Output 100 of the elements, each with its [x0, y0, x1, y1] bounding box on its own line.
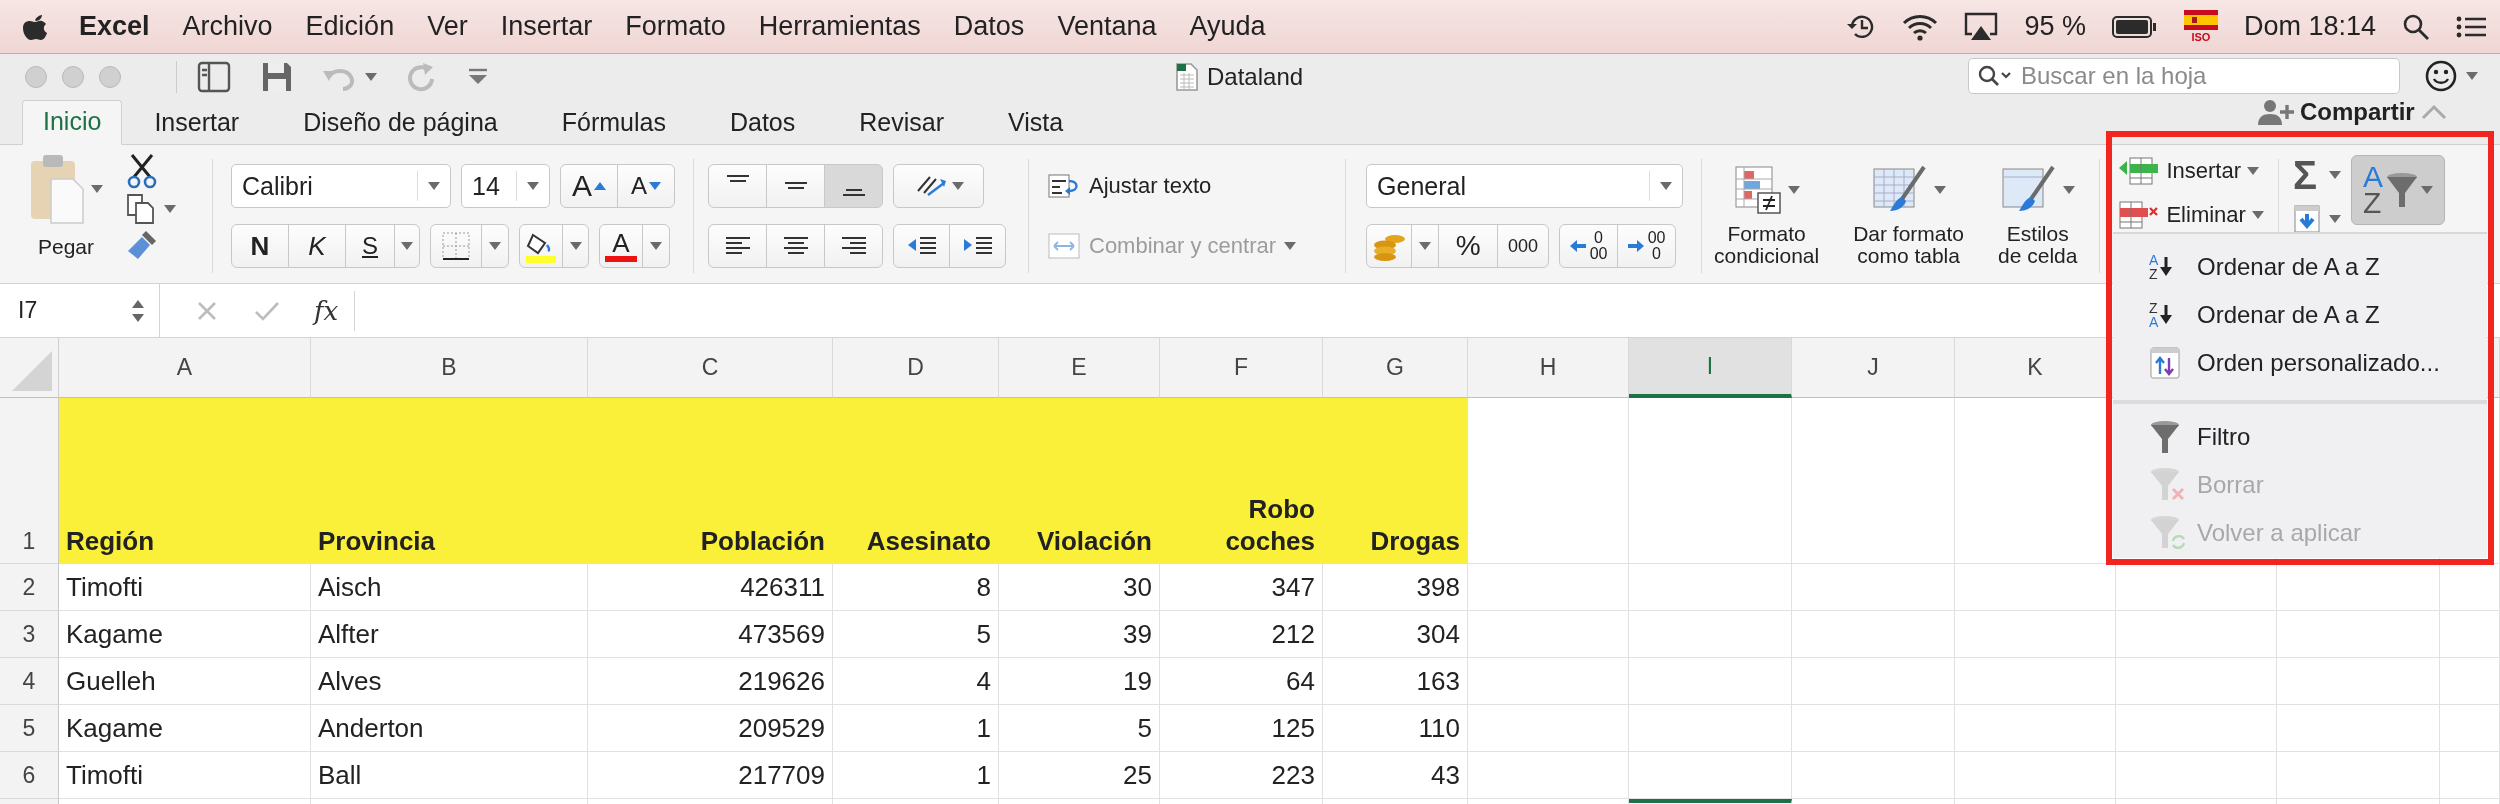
font-name-field[interactable]: Calibri — [231, 164, 451, 208]
cancel-icon[interactable] — [196, 299, 218, 322]
menu-item[interactable]: Archivo — [182, 11, 273, 42]
empty-cell[interactable] — [1955, 611, 2116, 658]
borders-button[interactable] — [430, 224, 482, 268]
empty-cell[interactable] — [2440, 611, 2500, 658]
style-button[interactable]: Formato condicional — [1714, 163, 1820, 283]
column-header[interactable]: I — [1629, 338, 1792, 398]
underline-menu-button[interactable] — [394, 224, 420, 268]
empty-cell[interactable] — [1468, 611, 1629, 658]
empty-cell[interactable] — [2440, 705, 2500, 752]
align-bottom-button[interactable] — [824, 164, 883, 208]
font-color-button[interactable]: A — [599, 224, 643, 268]
underline-button[interactable]: S — [345, 224, 395, 268]
empty-cell[interactable] — [1629, 658, 1792, 705]
empty-cell[interactable] — [1629, 705, 1792, 752]
ribbon-tab[interactable]: Insertar — [122, 102, 272, 145]
menu-item[interactable]: Insertar — [500, 11, 593, 42]
empty-cell[interactable] — [2440, 752, 2500, 799]
empty-cell[interactable] — [1468, 564, 1629, 611]
empty-cell[interactable] — [1792, 658, 1955, 705]
number-format-field[interactable]: General — [1366, 164, 1684, 208]
fill-color-menu-button[interactable] — [562, 224, 589, 268]
empty-cell[interactable] — [1629, 752, 1792, 799]
font-color-menu-button[interactable] — [642, 224, 670, 268]
close-button[interactable] — [25, 66, 47, 88]
empty-cell[interactable] — [2277, 611, 2440, 658]
empty-cell[interactable] — [2116, 611, 2277, 658]
ribbon-tab[interactable]: Revisar — [827, 102, 976, 145]
decrease-decimal-button[interactable]: 00 0 — [1617, 224, 1677, 268]
orientation-button[interactable] — [893, 164, 984, 208]
empty-cell[interactable] — [2116, 705, 2277, 752]
empty-cell[interactable] — [1792, 564, 1955, 611]
sort-filter-button[interactable]: A Z — [2350, 155, 2445, 225]
empty-cell[interactable] — [1792, 752, 1955, 799]
select-all-icon[interactable] — [12, 351, 52, 391]
menu-item[interactable]: Ayuda — [1189, 11, 1266, 42]
row-header[interactable]: 2 — [0, 564, 59, 611]
format-painter-icon[interactable] — [126, 229, 158, 261]
bold-button[interactable]: N — [231, 224, 289, 268]
search-icon[interactable] — [2402, 12, 2430, 41]
empty-cell[interactable] — [2277, 564, 2440, 611]
align-center-button[interactable] — [766, 224, 825, 268]
empty-cell[interactable] — [1955, 564, 2116, 611]
align-right-button[interactable] — [824, 224, 883, 268]
style-button[interactable]: Estilos de celda — [1998, 163, 2078, 283]
menu-item[interactable]: Herramientas — [758, 11, 921, 42]
empty-cell[interactable] — [1955, 705, 2116, 752]
currency-menu-button[interactable] — [1411, 224, 1440, 268]
collapse-icon[interactable] — [2420, 104, 2447, 120]
increase-decimal-button[interactable]: 0 00 — [1559, 224, 1619, 268]
delete-cells-button[interactable]: Eliminar — [2118, 193, 2264, 237]
list-icon[interactable] — [2456, 14, 2486, 39]
italic-button[interactable]: K — [288, 224, 346, 268]
wifi-icon[interactable] — [1902, 12, 1939, 41]
empty-cell[interactable] — [2277, 752, 2440, 799]
menu-item[interactable]: Datos — [953, 11, 1025, 42]
customize-icon[interactable] — [467, 68, 489, 86]
empty-cell[interactable] — [1792, 398, 1955, 564]
empty-cell[interactable] — [1468, 752, 1629, 799]
empty-cell[interactable] — [1468, 398, 1629, 564]
empty-cell[interactable] — [1468, 658, 1629, 705]
save-icon[interactable] — [261, 61, 293, 93]
empty-cell[interactable] — [2116, 564, 2277, 611]
menu-item[interactable]: Formato — [625, 11, 726, 42]
ribbon-tab[interactable]: Inicio — [22, 100, 123, 145]
active-cell[interactable] — [1629, 799, 1792, 804]
column-header[interactable]: J — [1792, 338, 1955, 398]
empty-cell[interactable] — [2277, 658, 2440, 705]
wrap-text-button[interactable]: Ajustar texto — [1047, 164, 1212, 208]
share-button[interactable]: Compartir — [2300, 98, 2415, 126]
align-middle-button[interactable] — [766, 164, 825, 208]
menu-item[interactable]: Ver — [427, 11, 468, 42]
borders-menu-button[interactable] — [481, 224, 509, 268]
grow-font-button[interactable]: A — [560, 164, 618, 208]
ribbon-tab[interactable]: Vista — [976, 102, 1096, 145]
clock[interactable]: Dom 18:14 — [2243, 11, 2376, 42]
fill-color-button[interactable] — [519, 224, 563, 268]
ribbon-tab[interactable]: Fórmulas — [529, 102, 698, 145]
zoom-button[interactable] — [99, 66, 121, 88]
row-header[interactable]: 4 — [0, 658, 59, 705]
decrease-indent-button[interactable] — [893, 224, 950, 268]
name-box[interactable]: I7 — [0, 283, 160, 338]
copy-icon[interactable] — [126, 193, 156, 225]
empty-cell[interactable] — [1468, 705, 1629, 752]
ribbon-tab[interactable]: Datos — [697, 102, 828, 145]
empty-cell[interactable] — [2440, 658, 2500, 705]
row-header[interactable]: 1 — [0, 398, 59, 564]
empty-cell[interactable] — [1629, 564, 1792, 611]
sidebar-icon[interactable] — [197, 61, 231, 93]
insert-function-button[interactable]: fx — [314, 295, 339, 326]
empty-cell[interactable] — [1955, 658, 2116, 705]
menu-item[interactable]: Orden personalizado... — [2113, 339, 2487, 387]
row-header[interactable]: 6 — [0, 752, 59, 799]
redo-icon[interactable] — [407, 61, 437, 93]
percent-button[interactable]: % — [1438, 224, 1499, 268]
empty-cell[interactable] — [1792, 705, 1955, 752]
font-size-field[interactable]: 14 — [461, 164, 550, 208]
autosum-button[interactable]: Σ — [2292, 153, 2341, 197]
align-left-button[interactable] — [708, 224, 767, 268]
